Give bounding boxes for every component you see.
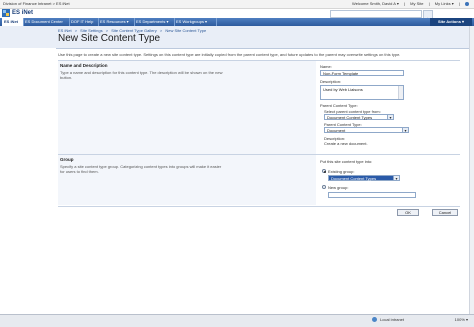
search-input[interactable] [330, 10, 422, 18]
put-into-label: Put this site content type into: [320, 159, 373, 164]
existing-group-dropdown[interactable]: Document Content Types ▾ [328, 175, 400, 181]
new-group-radio[interactable] [322, 185, 326, 189]
zoom-level[interactable]: 100% ▾ [455, 317, 468, 322]
existing-group-label: Existing group: [328, 169, 355, 174]
section-right: Name: Non-Form Template Description: Use… [318, 61, 460, 154]
top-breadcrumb[interactable]: Division of Finance Intranet > ES iNet [3, 0, 70, 8]
name-field[interactable]: Non-Form Template [320, 70, 404, 76]
chevron-down-icon[interactable]: ▾ [402, 128, 408, 133]
tab-es-departments[interactable]: ES Departments ▾ [134, 18, 175, 26]
new-group-field[interactable] [328, 192, 416, 198]
tab-es-document-center[interactable]: ES Document Center [23, 18, 70, 26]
section-heading: Name and Description [60, 63, 108, 68]
page-title: New Site Content Type [58, 33, 161, 44]
parent-content-type-label: Parent Content Type: [320, 103, 358, 108]
section-help-text: Specify a site content type group. Categ… [60, 164, 222, 174]
browser-status-bar: Local intranet 100% ▾ [0, 314, 474, 327]
breadcrumb-current: New Site Content Type [165, 28, 207, 33]
section-right: Put this site content type into: Existin… [318, 155, 460, 205]
parent-type-dropdown[interactable]: Document ▾ [324, 127, 409, 133]
group-section: Group Specify a site content type group.… [58, 154, 460, 205]
top-bar: Division of Finance Intranet > ES iNet W… [0, 0, 474, 9]
site-title[interactable]: ES iNet [12, 9, 33, 18]
section-heading: Group [60, 157, 74, 162]
page-description: Use this page to create a new site conte… [58, 52, 401, 57]
tab-es-workgroups[interactable]: ES Workgroups ▾ [174, 18, 217, 26]
description-field[interactable]: Used by Web Liaisons [320, 85, 404, 100]
help-icon[interactable] [465, 1, 469, 6]
my-links-menu[interactable]: My Links ▾ [435, 1, 454, 6]
select-from-dropdown[interactable]: Document Content Types ▾ [324, 114, 394, 120]
top-right-links: Welcome Smith, David A ▾ | My Site | My … [348, 0, 469, 8]
left-strip [0, 26, 56, 48]
chevron-down-icon[interactable]: ▾ [393, 176, 399, 181]
textarea-scrollbar[interactable] [398, 86, 403, 99]
new-group-label: New group: [328, 185, 349, 190]
welcome-menu[interactable]: Welcome Smith, David A ▾ [352, 1, 399, 6]
tab-dof-it-help[interactable]: DOF IT Help [69, 18, 99, 26]
site-actions-menu[interactable]: Site Actions ▾ [430, 18, 472, 26]
section-left: Group Specify a site content type group.… [58, 155, 316, 205]
name-label: Name: [320, 64, 332, 69]
description-label: Description: [320, 79, 342, 84]
existing-group-radio[interactable] [322, 169, 326, 173]
ok-button[interactable]: OK [397, 209, 419, 216]
section-divider [58, 206, 460, 207]
site-logo-icon[interactable] [2, 9, 10, 17]
page-scrollbar[interactable] [469, 26, 474, 314]
globe-icon [372, 317, 377, 322]
my-site-link[interactable]: My Site [410, 1, 423, 6]
tab-es-resources[interactable]: ES Resources ▾ [98, 18, 135, 26]
section-left: Name and Description Type a name and des… [58, 61, 316, 154]
tab-es-inet[interactable]: ES iNet [2, 18, 24, 26]
security-zone: Local intranet [380, 317, 405, 322]
site-title-bar: ES iNet [0, 9, 474, 23]
chevron-down-icon[interactable]: ▾ [387, 115, 393, 120]
name-description-section: Name and Description Type a name and des… [58, 60, 460, 154]
top-nav: ES iNet ES Document Center DOF IT Help E… [0, 18, 474, 26]
parent-description-text: Create a new document. [324, 141, 368, 146]
cancel-button[interactable]: Cancel [432, 209, 458, 216]
section-help-text: Type a name and description for this con… [60, 70, 223, 80]
